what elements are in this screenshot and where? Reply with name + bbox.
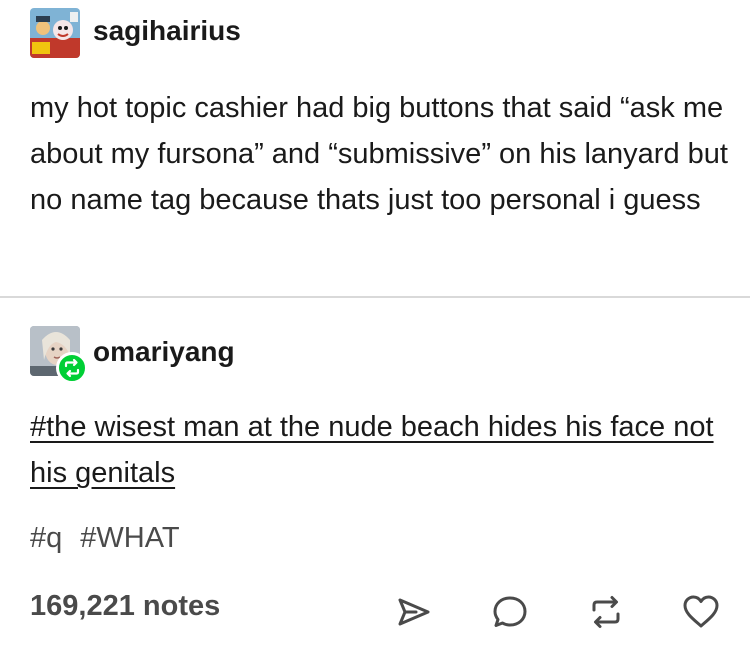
tumblr-post: sagihairius my hot topic cashier had big… — [0, 0, 750, 662]
original-post-body: my hot topic cashier had big buttons tha… — [30, 85, 730, 223]
like-icon[interactable] — [681, 592, 721, 632]
cartoon-avatar-icon — [30, 8, 80, 58]
tag-what[interactable]: #WHAT — [80, 522, 179, 555]
reblog-username[interactable]: omariyang — [93, 336, 235, 368]
reblog-comment-link[interactable]: #the wisest man at the nude beach hides … — [30, 411, 714, 489]
original-post-username[interactable]: sagihairius — [93, 15, 241, 47]
original-post-text: my hot topic cashier had big buttons tha… — [30, 92, 728, 216]
share-icon[interactable] — [394, 592, 434, 632]
reblog-body: #the wisest man at the nude beach hides … — [30, 404, 730, 496]
sagihairius-avatar[interactable] — [30, 8, 80, 58]
post-divider — [0, 296, 750, 298]
reblog-icon[interactable] — [586, 592, 626, 632]
reblog-badge — [56, 352, 88, 384]
notes-count[interactable]: 169,221 notes — [30, 590, 220, 623]
reblog-icon — [64, 358, 80, 378]
tag-list: #q #WHAT — [30, 522, 180, 555]
tag-q[interactable]: #q — [30, 522, 62, 555]
reply-icon[interactable] — [490, 592, 530, 632]
